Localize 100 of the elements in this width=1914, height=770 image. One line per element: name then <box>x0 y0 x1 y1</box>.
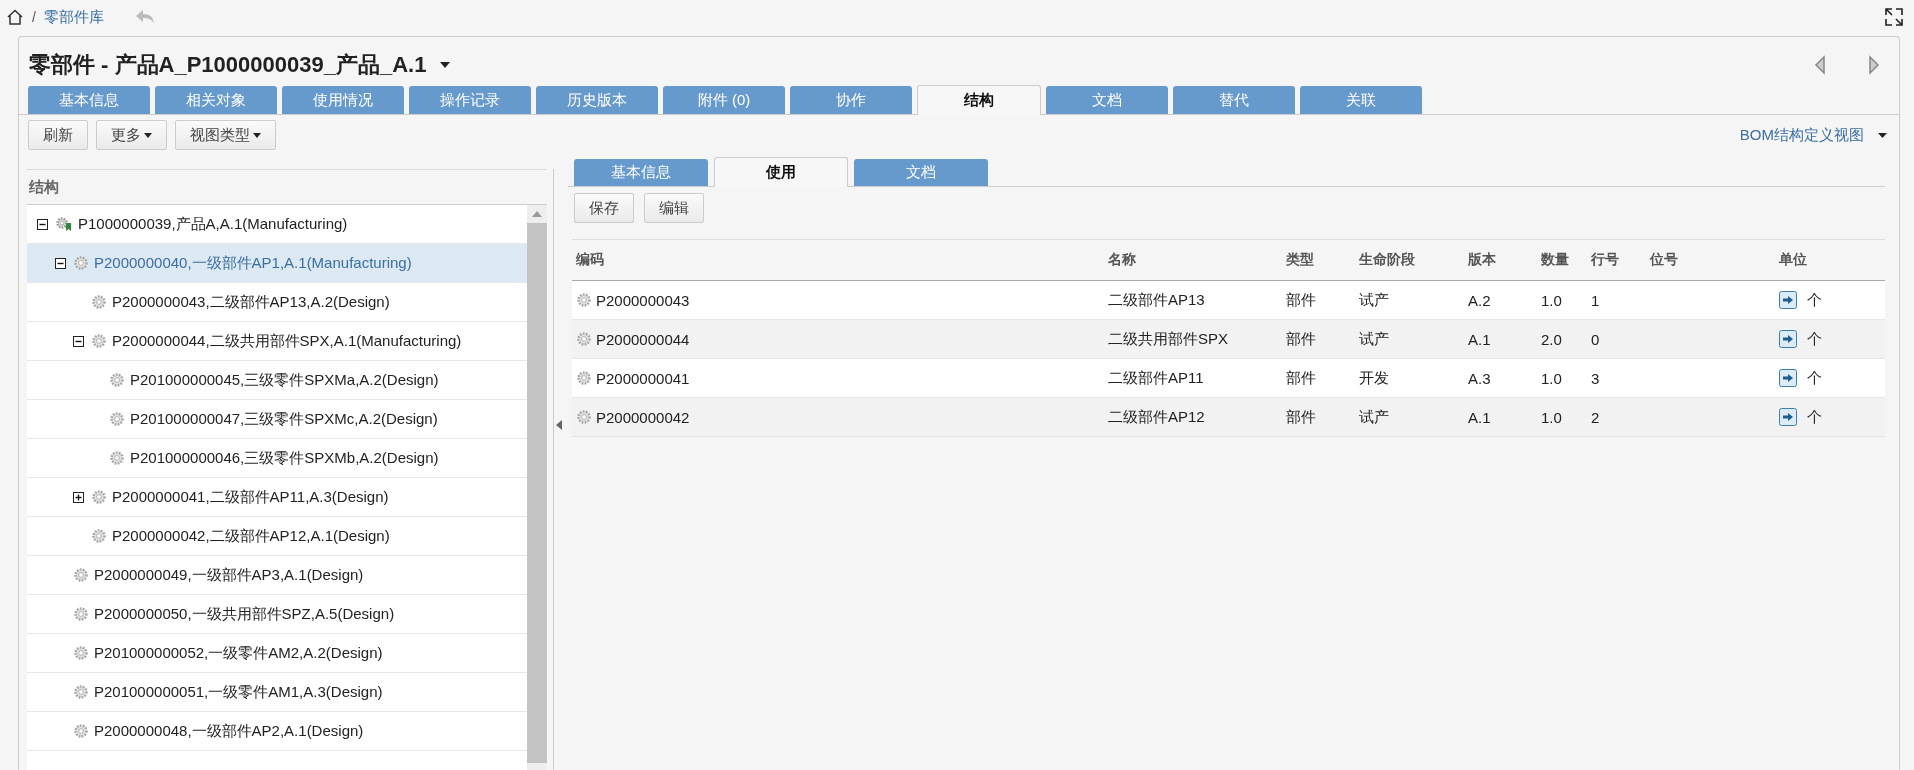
gear-icon <box>109 372 125 388</box>
home-icon[interactable] <box>6 8 24 26</box>
caret-icon <box>144 132 152 138</box>
table-cell-text: 试产 <box>1358 329 1390 349</box>
tree-row[interactable]: P201000000045,三级零件SPXMa,A.2(Design) <box>27 361 527 400</box>
gear-icon <box>73 255 89 271</box>
arrow-right-icon[interactable] <box>1779 408 1797 426</box>
table-cell-text: 开发 <box>1358 368 1390 388</box>
arrow-right-icon[interactable] <box>1779 369 1797 387</box>
column-header: 单位 <box>1778 251 1808 269</box>
dropdown-button[interactable]: 视图类型 <box>175 120 276 150</box>
table-cell: 个 <box>1807 368 1822 388</box>
gear-icon <box>91 333 107 349</box>
gear-flag-icon <box>55 216 73 232</box>
arrow-right-icon[interactable] <box>1779 291 1797 309</box>
toolbar-button[interactable]: 编辑 <box>644 193 704 223</box>
gear-icon <box>73 684 89 700</box>
tree-row[interactable]: P201000000046,三级零件SPXMb,A.2(Design) <box>27 439 527 478</box>
tree-row[interactable]: P201000000047,三级零件SPXMc,A.2(Design) <box>27 400 527 439</box>
column-header: 位号 <box>1649 251 1679 269</box>
gear-icon <box>576 409 592 425</box>
table-cell-text: 部件 <box>1285 407 1317 427</box>
tree-item-label: P2000000041,二级部件AP11,A.3(Design) <box>112 487 389 507</box>
table-cell-text: 3 <box>1590 369 1601 387</box>
table-cell: 个 <box>1807 329 1822 349</box>
table-cell-text: 1.0 <box>1540 291 1563 309</box>
table-cell: 个 <box>1807 407 1822 427</box>
caret-icon <box>253 132 261 138</box>
tree-row[interactable]: P2000000049,一级部件AP3,A.1(Design) <box>27 556 527 595</box>
tree-item-label: P2000000040,一级部件AP1,A.1(Manufacturing) <box>94 253 412 273</box>
tree-item-label: P201000000051,一级零件AM1,A.3(Design) <box>94 682 383 702</box>
tree-row[interactable]: P2000000041,二级部件AP11,A.3(Design) <box>27 478 527 517</box>
table-cell: P2000000043 <box>596 291 690 309</box>
breadcrumb-separator: / <box>32 9 36 25</box>
table-cell-text: 2 <box>1590 408 1601 426</box>
tree-item-label: P2000000042,二级部件AP12,A.1(Design) <box>112 526 390 546</box>
column-header: 名称 <box>1107 251 1137 269</box>
tree-item-label: P201000000052,一级零件AM2,A.2(Design) <box>94 643 383 663</box>
tree-item-label: P201000000047,三级零件SPXMc,A.2(Design) <box>130 409 438 429</box>
caret-icon[interactable] <box>440 62 451 68</box>
table-cell-text: 二级部件AP13 <box>1107 290 1206 310</box>
gear-icon <box>73 645 89 661</box>
tree-item-label: P2000000050,一级共用部件SPZ,A.5(Design) <box>94 604 395 624</box>
table-cell-text: A.2 <box>1467 291 1492 309</box>
table-cell: P2000000041 <box>596 369 690 387</box>
previous-icon[interactable] <box>1813 55 1827 75</box>
table-cell-text: 二级部件AP11 <box>1107 368 1205 388</box>
tab[interactable]: 结构 <box>917 85 1041 115</box>
collapse-icon[interactable] <box>37 218 50 230</box>
tree-row[interactable]: P201000000052,一级零件AM2,A.2(Design) <box>27 634 527 673</box>
tree-item-label: P2000000044,二级共用部件SPX,A.1(Manufacturing) <box>112 331 462 351</box>
table-cell-text: A.1 <box>1467 330 1492 348</box>
view-selector[interactable]: BOM结构定义视图 <box>1739 125 1887 145</box>
tree-item-label: P201000000045,三级零件SPXMa,A.2(Design) <box>130 370 439 390</box>
table-cell-text: 0 <box>1590 330 1601 348</box>
tree-row[interactable]: P201000000051,一级零件AM1,A.3(Design) <box>27 673 527 712</box>
tree-item-label: P2000000049,一级部件AP3,A.1(Design) <box>94 565 364 585</box>
tree-row[interactable]: P2000000044,二级共用部件SPX,A.1(Manufacturing) <box>27 322 527 361</box>
next-icon[interactable] <box>1867 55 1881 75</box>
toolbar-button[interactable]: 保存 <box>574 193 634 223</box>
table-cell-text: 2.0 <box>1540 330 1563 348</box>
gear-icon <box>73 606 89 622</box>
collapse-icon[interactable] <box>73 335 86 347</box>
collapse-icon[interactable] <box>55 257 68 269</box>
collapse-arrow-icon[interactable] <box>556 419 562 430</box>
fullscreen-icon[interactable] <box>1884 7 1904 27</box>
table-cell-text: 部件 <box>1285 329 1317 349</box>
arrow-right-icon[interactable] <box>1779 330 1797 348</box>
table-cell-text: A.3 <box>1467 369 1492 387</box>
tree-item-label: P2000000048,一级部件AP2,A.1(Design) <box>94 721 364 741</box>
toolbar-button[interactable]: 刷新 <box>28 120 88 150</box>
panel-header: 结构 <box>27 169 547 204</box>
table-cell: 个 <box>1807 290 1822 310</box>
page-title: 零部件 - 产品A_P1000000039_产品_A.1 <box>29 51 427 79</box>
tree-row[interactable]: P2000000043,二级部件AP13,A.2(Design) <box>27 283 527 322</box>
breadcrumb-link[interactable]: 零部件库 <box>43 7 104 27</box>
table-cell-text: 试产 <box>1358 407 1390 427</box>
column-header: 类型 <box>1285 251 1315 269</box>
expand-icon[interactable] <box>73 491 86 503</box>
tree-item-label: P201000000046,三级零件SPXMb,A.2(Design) <box>130 448 439 468</box>
tree-item-label: P1000000039,产品A,A.1(Manufacturing) <box>78 214 348 234</box>
gear-icon <box>73 723 89 739</box>
tab[interactable]: 使用 <box>714 157 848 187</box>
table-cell-text: 1.0 <box>1540 408 1563 426</box>
tree-row[interactable]: P2000000040,一级部件AP1,A.1(Manufacturing) <box>27 244 527 283</box>
gear-icon <box>109 411 125 427</box>
table-cell-text: 1 <box>1590 291 1601 309</box>
table-cell: P2000000044 <box>596 330 690 348</box>
gear-icon <box>576 331 592 347</box>
tree-row[interactable]: P2000000042,二级部件AP12,A.1(Design) <box>27 517 527 556</box>
splitter-handle[interactable] <box>553 169 564 770</box>
column-header: 数量 <box>1540 251 1570 269</box>
gear-icon <box>91 528 107 544</box>
tree-row[interactable]: P2000000050,一级共用部件SPZ,A.5(Design) <box>27 595 527 634</box>
tree-row[interactable]: P2000000048,一级部件AP2,A.1(Design) <box>27 712 527 751</box>
scrollbar[interactable] <box>527 205 547 770</box>
table-cell-text: A.1 <box>1467 408 1492 426</box>
gear-icon <box>91 294 107 310</box>
table-cell-text: 二级共用部件SPX <box>1107 329 1229 349</box>
dropdown-button[interactable]: 更多 <box>96 120 167 150</box>
